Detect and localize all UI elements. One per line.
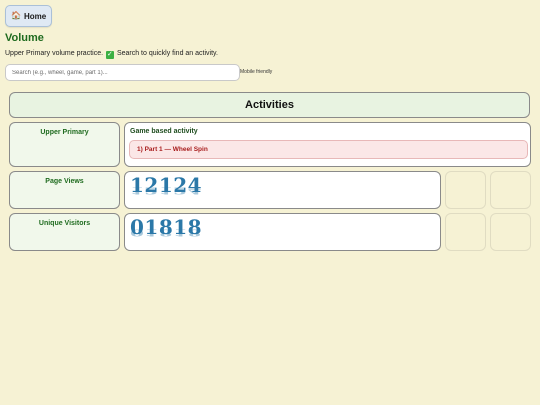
- activity-group: Game based activity 1) Part 1 — Wheel Sp…: [124, 122, 531, 167]
- unique-visitors-label-cell: Unique Visitors: [9, 213, 120, 251]
- empty-cell: [445, 171, 486, 209]
- empty-cell: [490, 213, 531, 251]
- empty-cell: [445, 213, 486, 251]
- subtitle-text: Upper Primary volume practice.: [5, 50, 104, 57]
- page-views-label-cell: Page Views: [9, 171, 120, 209]
- level-label: Upper Primary: [40, 129, 89, 136]
- activities-header: Activities: [9, 92, 530, 118]
- page-title: Volume: [5, 32, 44, 44]
- page-views-label: Page Views: [45, 178, 84, 185]
- level-label-cell: Upper Primary: [9, 122, 120, 167]
- home-icon: 🏠: [11, 11, 21, 20]
- page-views-reflection: 12124: [130, 185, 203, 196]
- page-subtitle: Upper Primary volume practice. ✓ Search …: [5, 50, 218, 59]
- mobile-friendly-label: Mobile friendly: [240, 69, 273, 75]
- search-input[interactable]: [5, 64, 240, 81]
- activity-link-wheel-spin[interactable]: 1) Part 1 — Wheel Spin: [129, 140, 528, 159]
- subtitle-hint: Search to quickly find an activity.: [116, 50, 218, 57]
- page-views-counter: 12124 12124: [124, 171, 441, 209]
- check-icon: ✓: [105, 51, 114, 59]
- unique-visitors-reflection: 01818: [130, 227, 203, 238]
- unique-visitors-counter: 01818 01818: [124, 213, 441, 251]
- home-button-label: Home: [23, 11, 47, 21]
- empty-cell: [490, 171, 531, 209]
- home-button[interactable]: 🏠 Home: [5, 5, 53, 27]
- activity-group-title: Game based activity: [130, 128, 198, 135]
- unique-visitors-label: Unique Visitors: [38, 220, 91, 227]
